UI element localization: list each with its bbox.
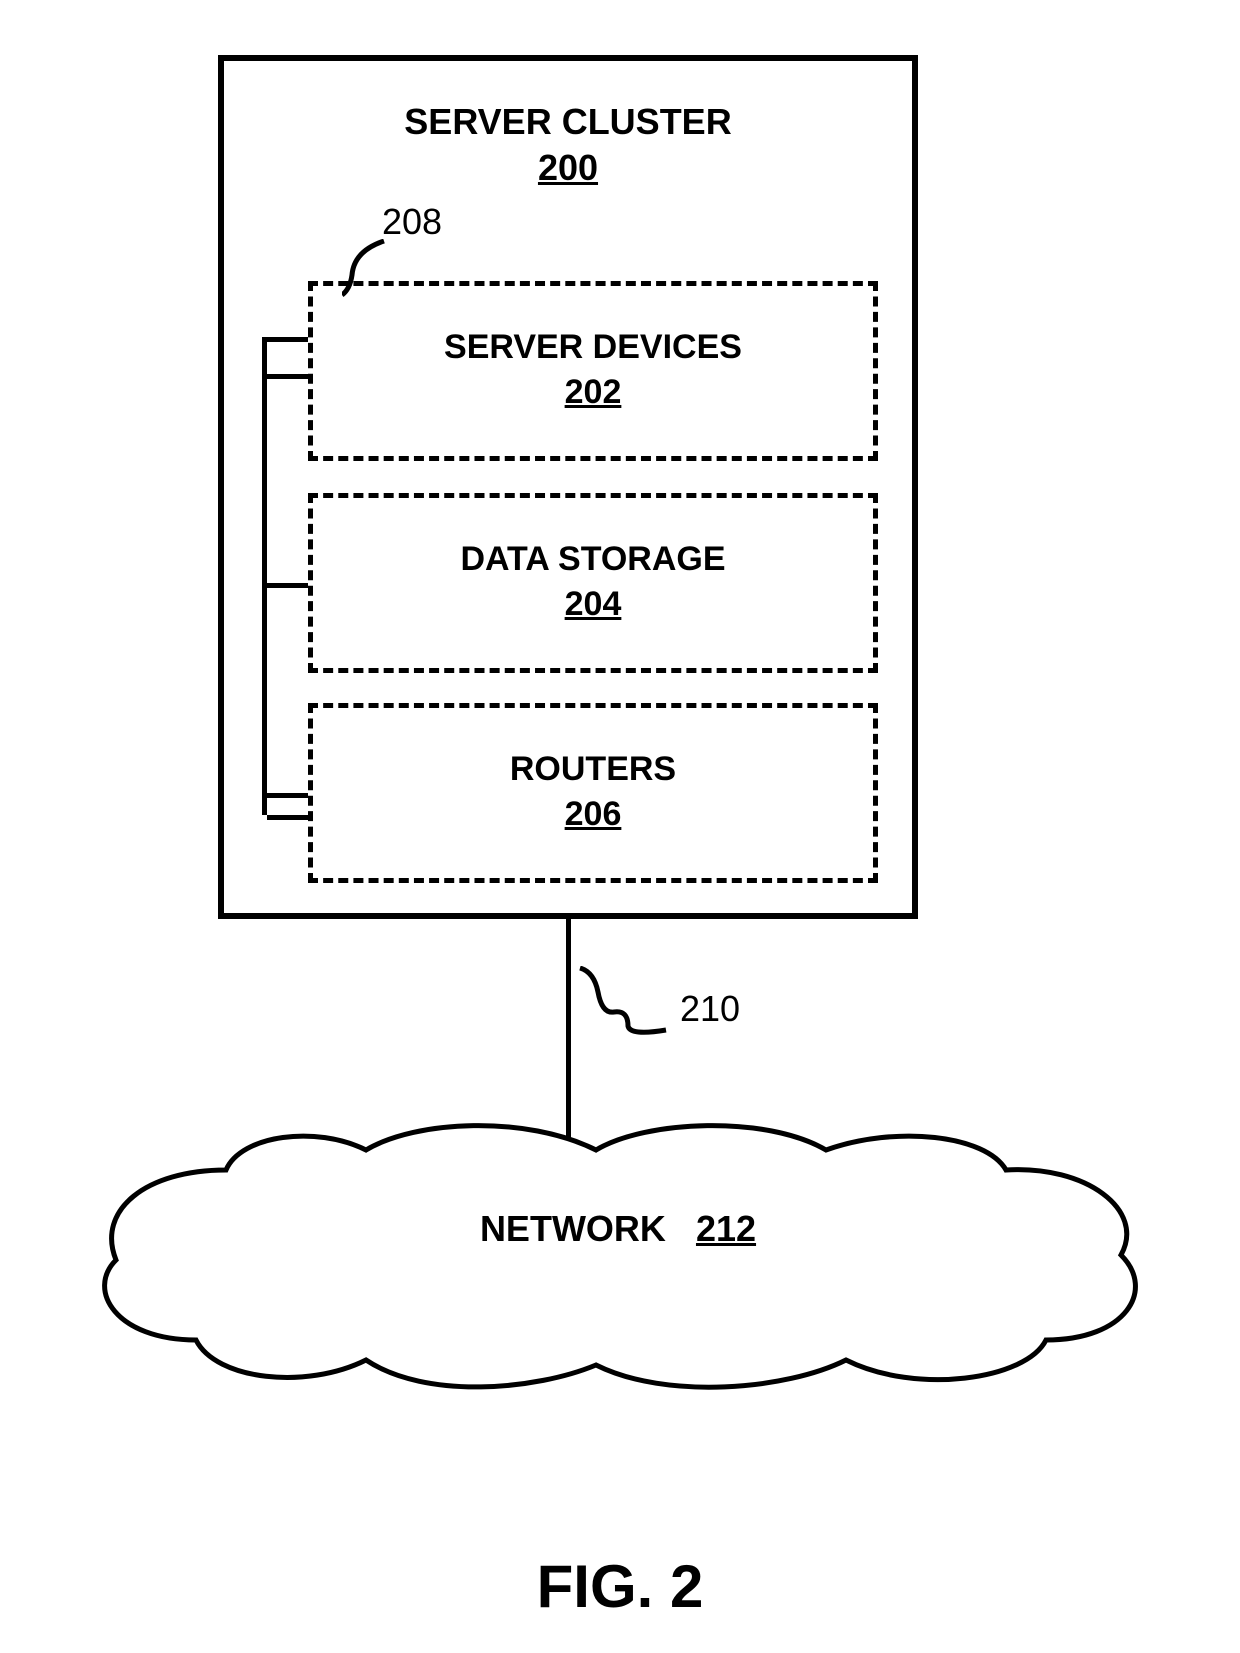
bus-stub-2 [262,583,308,588]
cluster-ref: 200 [224,147,912,189]
network-label-text: NETWORK [480,1208,666,1249]
server-cluster-box: SERVER CLUSTER 200 208 SERVER DEVICES 20… [218,55,918,919]
box-ref: 202 [313,373,873,412]
data-storage-box: DATA STORAGE 204 [308,493,878,673]
bus-stub-1 [262,374,308,379]
ref-210: 210 [680,988,740,1030]
box-ref: 204 [313,585,873,624]
network-ref: 212 [696,1208,756,1249]
cluster-title: SERVER CLUSTER [224,101,912,143]
bus-line [262,337,267,815]
network-label: NETWORK 212 [86,1208,1150,1250]
figure-label: FIG. 2 [0,1552,1240,1621]
box-title: DATA STORAGE [313,540,873,579]
bus-cap-bottom [267,815,308,820]
box-title: SERVER DEVICES [313,328,873,367]
ref-208: 208 [382,201,442,243]
bus-cap-top [267,337,308,342]
bus-stub-3 [262,793,308,798]
lead-line-210 [578,966,672,1044]
network-cloud-icon [86,1110,1150,1390]
server-devices-box: SERVER DEVICES 202 [308,281,878,461]
box-ref: 206 [313,795,873,834]
box-title: ROUTERS [313,750,873,789]
routers-box: ROUTERS 206 [308,703,878,883]
